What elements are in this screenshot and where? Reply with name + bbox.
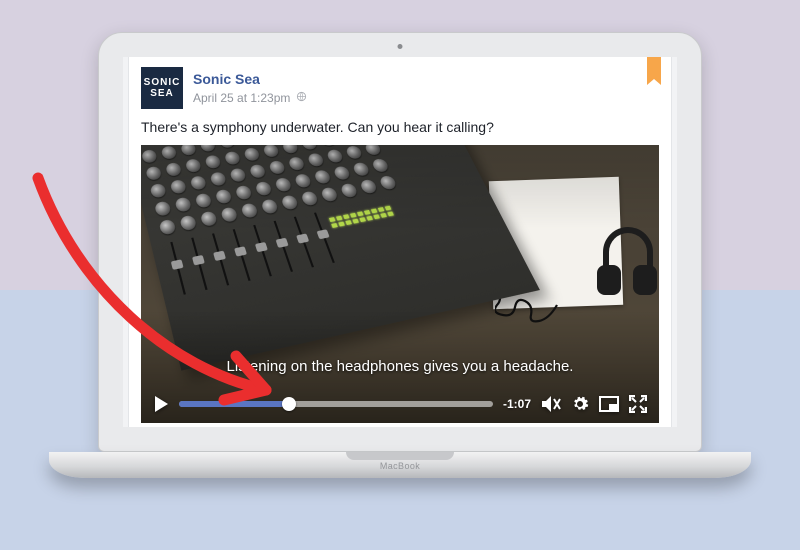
save-bookmark-icon[interactable] xyxy=(647,57,661,79)
video-frame-headphones xyxy=(591,227,659,295)
settings-gear-icon[interactable] xyxy=(571,395,589,413)
laptop-brand-label: MacBook xyxy=(380,461,420,471)
scroll-gutter-right xyxy=(671,57,677,427)
avatar-text-line2: SEA xyxy=(150,88,174,99)
play-button[interactable] xyxy=(153,395,169,413)
laptop-mockup: SONIC SEA Sonic Sea April 25 at 1:23pm xyxy=(98,32,702,478)
avatar-text-line1: SONIC xyxy=(144,77,181,88)
facebook-post: SONIC SEA Sonic Sea April 25 at 1:23pm xyxy=(141,67,659,423)
video-caption-bar: Listening on the headphones gives you a … xyxy=(141,354,659,379)
mute-button[interactable] xyxy=(541,395,561,413)
time-remaining: -1:07 xyxy=(503,397,531,411)
video-controls: -1:07 xyxy=(141,385,659,423)
laptop-base: MacBook xyxy=(49,452,751,478)
post-header: SONIC SEA Sonic Sea April 25 at 1:23pm xyxy=(141,67,659,109)
post-meta: Sonic Sea April 25 at 1:23pm xyxy=(193,71,659,106)
laptop-screen: SONIC SEA Sonic Sea April 25 at 1:23pm xyxy=(123,57,677,427)
laptop-camera xyxy=(398,44,403,49)
pip-button[interactable] xyxy=(599,396,619,412)
audience-public-icon xyxy=(296,91,307,105)
video-player[interactable]: Listening on the headphones gives you a … xyxy=(141,145,659,423)
scroll-gutter-left xyxy=(123,57,129,427)
laptop-screen-bezel: SONIC SEA Sonic Sea April 25 at 1:23pm xyxy=(98,32,702,452)
page-avatar[interactable]: SONIC SEA xyxy=(141,67,183,109)
progress-bar[interactable] xyxy=(179,401,493,407)
post-body-text: There's a symphony underwater. Can you h… xyxy=(141,119,659,135)
post-date-text: April 25 at 1:23pm xyxy=(193,91,290,105)
progress-fill xyxy=(179,401,289,407)
progress-thumb[interactable] xyxy=(282,397,296,411)
video-caption-text: Listening on the headphones gives you a … xyxy=(217,354,584,379)
post-timestamp[interactable]: April 25 at 1:23pm xyxy=(193,91,659,106)
fullscreen-button[interactable] xyxy=(629,395,647,413)
page-name-link[interactable]: Sonic Sea xyxy=(193,71,260,87)
